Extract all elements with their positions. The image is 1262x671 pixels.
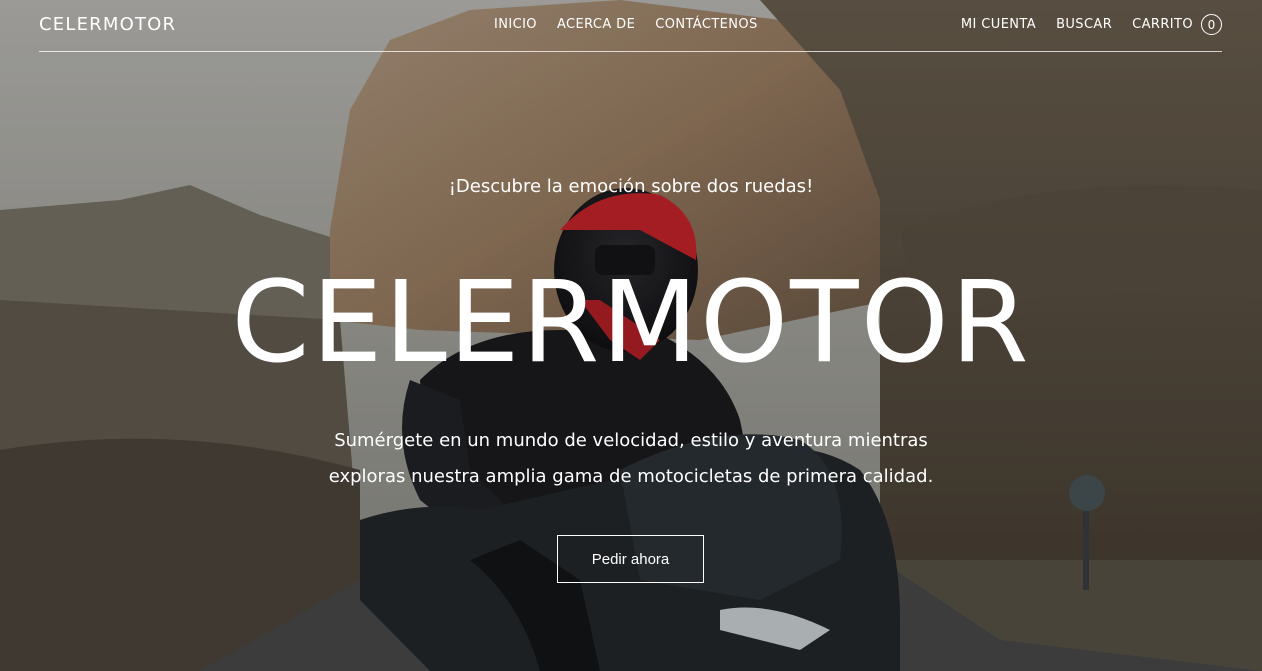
nav-contactenos[interactable]: CONTÁCTENOS (655, 17, 757, 32)
hero-subtitle-line-1: Sumérgete en un mundo de velocidad, esti… (334, 430, 928, 451)
hero-title: CELERMOTOR (231, 258, 1031, 388)
main-nav: INICIO ACERCA DE CONTÁCTENOS (494, 17, 758, 32)
my-account-link[interactable]: MI CUENTA (961, 17, 1036, 32)
cart-count-badge: 0 (1201, 14, 1222, 35)
cart-label: CARRITO (1132, 17, 1193, 32)
hero-tagline: ¡Descubre la emoción sobre dos ruedas! (448, 176, 814, 197)
order-now-button[interactable]: Pedir ahora (557, 535, 704, 583)
hero-subtitle-line-2: exploras nuestra amplia gama de motocicl… (328, 466, 934, 487)
nav-inicio[interactable]: INICIO (494, 17, 537, 32)
cart-link[interactable]: CARRITO 0 (1132, 14, 1222, 35)
site-logo[interactable]: CELERMOTOR (39, 14, 176, 35)
search-link[interactable]: BUSCAR (1056, 17, 1112, 32)
account-nav: MI CUENTA BUSCAR CARRITO 0 (961, 14, 1222, 35)
hero-subtitle: Sumérgete en un mundo de velocidad, esti… (300, 423, 962, 495)
hero-section: CELERMOTOR INICIO ACERCA DE CONTÁCTENOS … (0, 0, 1262, 671)
site-header: CELERMOTOR INICIO ACERCA DE CONTÁCTENOS … (39, 0, 1222, 52)
nav-acerca-de[interactable]: ACERCA DE (557, 17, 635, 32)
